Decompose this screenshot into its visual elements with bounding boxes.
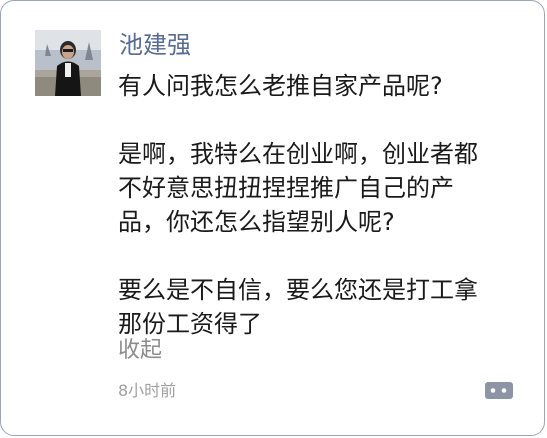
comment-bubble-svg [485, 382, 513, 399]
comment-bubble-icon[interactable] [483, 379, 515, 403]
avatar[interactable] [35, 30, 101, 96]
post-paragraph: 要么是不自信，要么您还是打工拿 那份工资得了 [118, 276, 478, 338]
avatar-photo [35, 30, 101, 96]
post-paragraph: 是啊，我特么在创业啊，创业者都 不好意思扭扭捏捏推广自己的产 品，你还怎么指望别… [118, 140, 478, 236]
moment-card: 池建强 有人问我怎么老推自家产品呢? 是啊，我特么在创业啊，创业者都 不好意思扭… [0, 0, 545, 436]
post-content: 有人问我怎么老推自家产品呢? 是啊，我特么在创业啊，创业者都 不好意思扭扭捏捏推… [118, 69, 528, 341]
author-name[interactable]: 池建强 [119, 28, 191, 62]
post-paragraph: 有人问我怎么老推自家产品呢? [118, 72, 443, 100]
post-timestamp: 8小时前 [118, 381, 177, 400]
collapse-button[interactable]: 收起 [118, 335, 162, 367]
